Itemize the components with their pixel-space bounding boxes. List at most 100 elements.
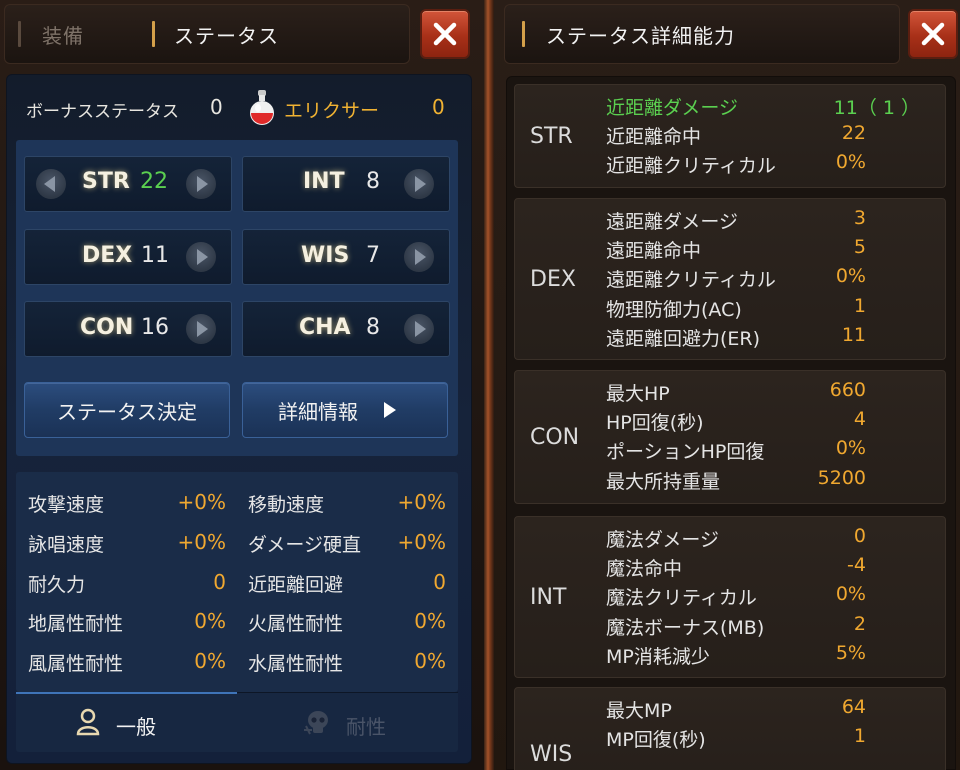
attribute-value: +0% — [177, 530, 227, 554]
attribute-value: +0% — [397, 490, 447, 514]
attribute-value: 0% — [414, 649, 446, 673]
window-divider — [484, 0, 494, 770]
tab-general[interactable]: 一般 — [116, 711, 156, 740]
section-stat-name: STR — [530, 124, 573, 150]
detail-row-label: 物理防御力(AC) — [606, 298, 742, 321]
arrow-right-icon — [197, 176, 208, 192]
detail-row-label: 魔法ボーナス(MB) — [606, 616, 765, 639]
str-increase-button[interactable] — [186, 169, 216, 199]
detail-row-label: 近距離ダメージ — [606, 97, 739, 119]
elixir-value: 0 — [432, 95, 445, 119]
attribute-label: ダメージ硬直 — [248, 534, 362, 556]
stat-value-cha: 8 — [366, 315, 380, 340]
bonus-status-value: 0 — [210, 95, 223, 119]
stat-name-cha: CHA — [299, 315, 351, 340]
stat-name-int: INT — [303, 169, 345, 194]
detail-section-wis — [514, 687, 946, 770]
arrow-right-icon — [197, 321, 208, 337]
close-icon — [921, 22, 945, 46]
arrow-right-icon — [197, 249, 208, 265]
attribute-label: 地属性耐性 — [28, 613, 124, 635]
detail-row-value: 11（ 1 ） — [833, 97, 920, 119]
detail-row-value: 4 — [853, 408, 866, 431]
title-separator — [522, 21, 525, 47]
detail-row-label: MP消耗減少 — [606, 645, 710, 668]
detail-info-label: 詳細情報 — [278, 399, 358, 424]
elixir-icon — [248, 88, 276, 128]
attribute-label: 風属性耐性 — [28, 653, 124, 675]
int-increase-button[interactable] — [404, 169, 434, 199]
stat-name-wis: WIS — [301, 243, 350, 268]
detail-row-label: 遠距離ダメージ — [606, 211, 739, 233]
detail-row-value: 5200 — [817, 466, 866, 489]
person-icon — [76, 708, 100, 736]
section-stat-name: WIS — [530, 742, 573, 767]
stat-value-int: 8 — [366, 169, 380, 194]
arrow-right-icon — [415, 321, 426, 337]
detail-row-label: MP回復(秒) — [606, 729, 706, 752]
detail-row-label: 魔法命中 — [606, 558, 683, 581]
arrow-left-icon — [44, 176, 55, 192]
str-decrease-button[interactable] — [36, 169, 66, 199]
attribute-value: +0% — [397, 530, 447, 554]
detail-row-value: 2 — [853, 612, 866, 635]
stat-name-con: CON — [80, 315, 134, 340]
elixir-label: エリクサー — [284, 100, 380, 122]
cha-increase-button[interactable] — [404, 314, 434, 344]
skull-icon — [302, 708, 332, 738]
close-icon — [433, 22, 457, 46]
stat-value-str: 22 — [140, 169, 168, 194]
confirm-status-label: ステータス決定 — [57, 399, 197, 424]
detail-title: ステータス詳細能力 — [546, 24, 735, 48]
detail-row-value: 0% — [835, 265, 866, 288]
section-stat-name: DEX — [530, 267, 576, 293]
con-increase-button[interactable] — [186, 314, 216, 344]
arrow-right-icon — [415, 249, 426, 265]
section-stat-name: INT — [530, 585, 567, 611]
attribute-value: 0 — [433, 570, 446, 594]
attribute-value: +0% — [177, 490, 227, 514]
detail-row-value: 11 — [841, 323, 866, 346]
bonus-status-label: ボーナスステータス — [26, 102, 179, 122]
detail-row-label: 最大所持重量 — [606, 470, 721, 493]
detail-row-value: 0 — [853, 525, 866, 547]
play-arrow-icon — [384, 402, 396, 418]
detail-row-value: 3 — [853, 207, 866, 229]
attribute-value: 0 — [213, 570, 226, 594]
attribute-value: 0% — [194, 609, 226, 633]
attribute-value: 0% — [194, 649, 226, 673]
detail-row-label: 近距離命中 — [606, 126, 702, 149]
tab-resistance[interactable]: 耐性 — [346, 711, 386, 740]
dex-increase-button[interactable] — [186, 242, 216, 272]
detail-info-button[interactable]: 詳細情報 — [242, 382, 448, 438]
confirm-status-button[interactable]: ステータス決定 — [24, 382, 230, 438]
tab-status[interactable]: ステータス — [174, 20, 279, 49]
detail-row-value: 5 — [853, 236, 866, 259]
close-button[interactable] — [420, 9, 470, 59]
detail-row-value: 22 — [841, 122, 866, 145]
stat-name-str: STR — [82, 169, 130, 194]
attribute-label: 詠唱速度 — [28, 534, 105, 556]
stat-value-dex: 11 — [141, 243, 169, 268]
detail-row-value: 5% — [835, 641, 866, 664]
detail-row-label: HP回復(秒) — [606, 412, 704, 435]
detail-row-value: 64 — [841, 696, 866, 718]
wis-increase-button[interactable] — [404, 242, 434, 272]
stat-value-con: 16 — [141, 315, 169, 340]
detail-row-label: ポーションHP回復 — [606, 441, 765, 464]
close-button[interactable] — [908, 9, 958, 59]
attribute-label: 火属性耐性 — [248, 613, 344, 635]
detail-row-label: 魔法クリティカル — [606, 587, 757, 610]
detail-row-value: 0% — [835, 437, 866, 460]
attribute-label: 耐久力 — [28, 574, 86, 596]
tab-equipment[interactable]: 装備 — [42, 20, 84, 49]
detail-row-label: 最大MP — [606, 700, 672, 722]
tab-separator — [152, 21, 155, 47]
stat-name-dex: DEX — [82, 243, 133, 268]
detail-row-label: 魔法ダメージ — [606, 529, 720, 551]
attribute-value: 0% — [414, 609, 446, 633]
active-tab-indicator — [16, 692, 237, 694]
detail-row-value: 0% — [835, 151, 866, 174]
detail-row-label: 最大HP — [606, 383, 670, 405]
attribute-label: 水属性耐性 — [248, 653, 344, 675]
